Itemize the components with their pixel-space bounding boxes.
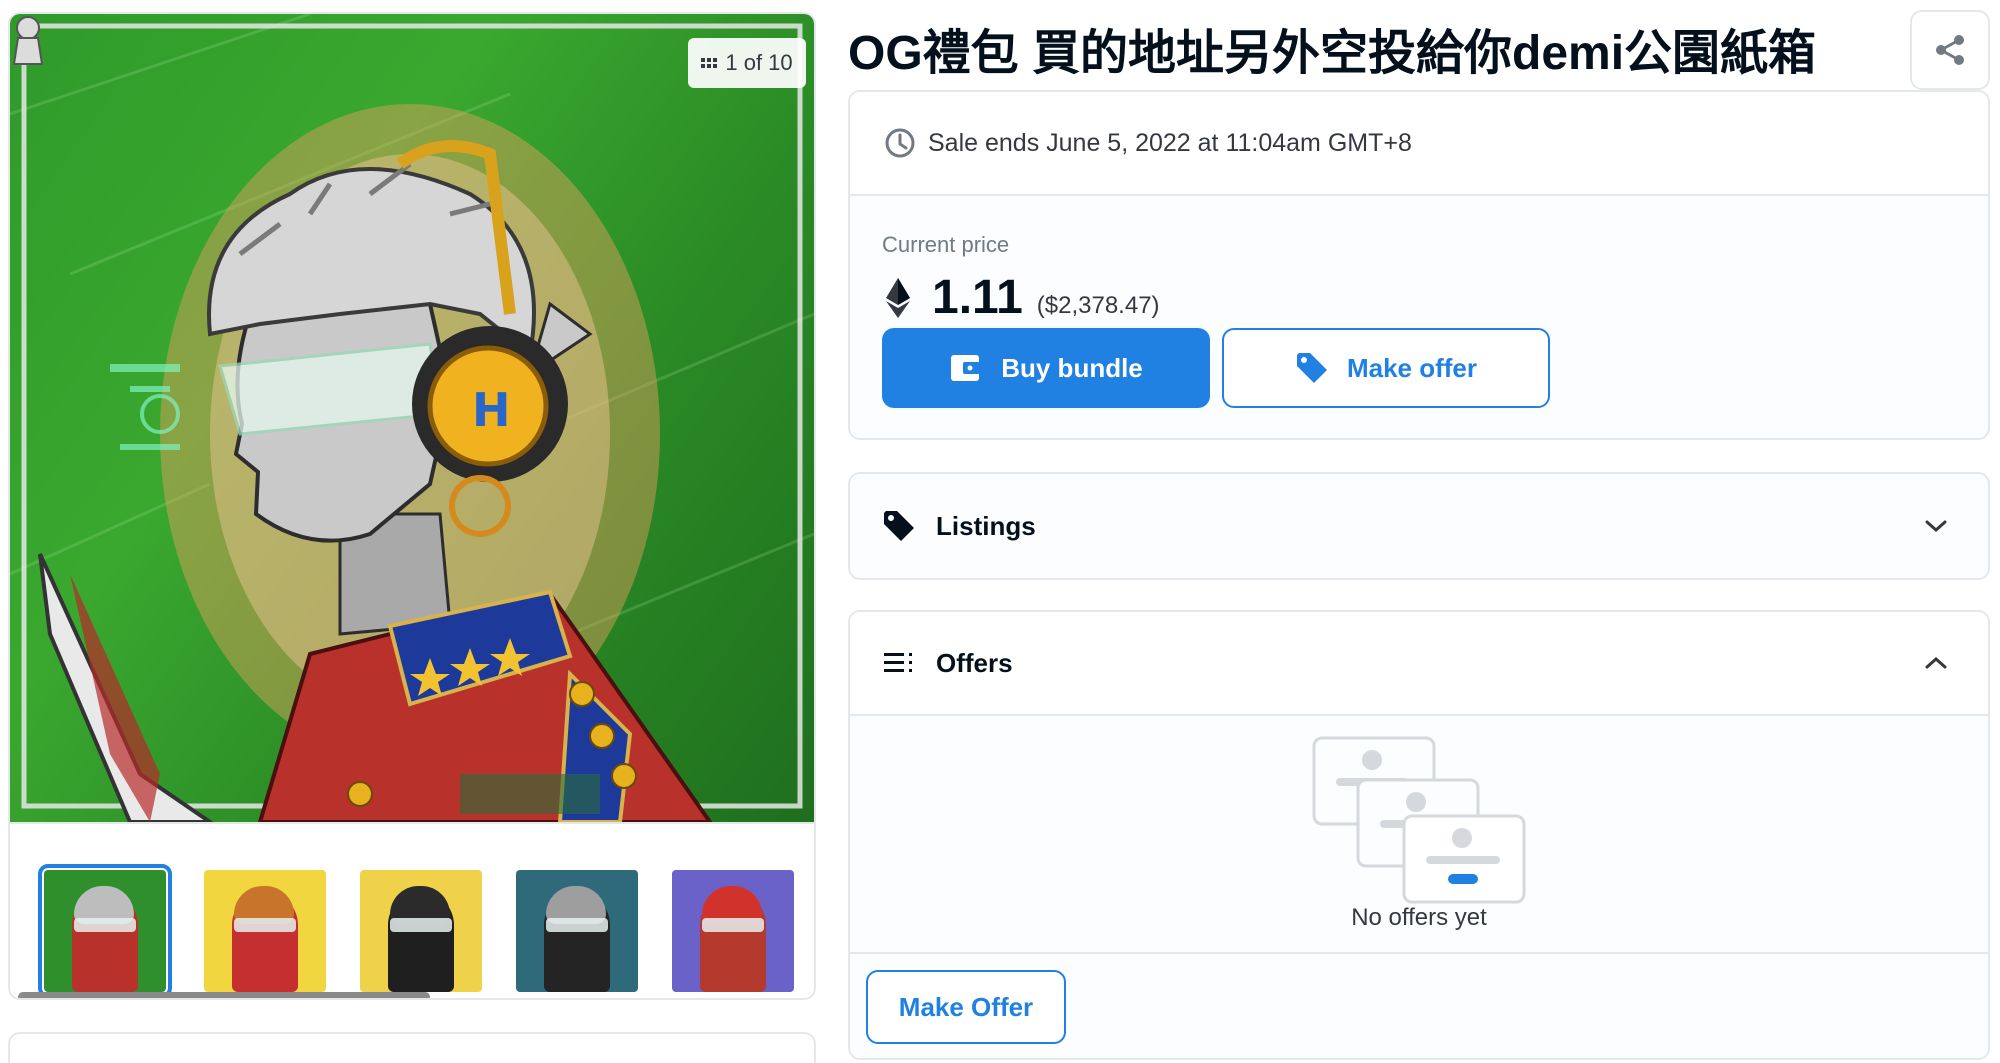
bundle-thumbnail[interactable] bbox=[360, 870, 482, 992]
listings-panel-header[interactable]: Listings bbox=[848, 472, 1990, 580]
offers-panel-header[interactable]: Offers bbox=[850, 612, 1988, 716]
make-offer-button[interactable]: Make offer bbox=[1222, 328, 1550, 408]
thumbnail-visor bbox=[546, 918, 608, 932]
bundle-thumbnail[interactable] bbox=[38, 864, 172, 998]
make-offer-label: Make offer bbox=[1346, 352, 1478, 383]
sale-card: Sale ends June 5, 2022 at 11:04am GMT+8 … bbox=[848, 90, 1990, 440]
list-icon bbox=[884, 653, 912, 672]
chevron-up-icon[interactable] bbox=[1924, 655, 1948, 671]
tag-icon bbox=[884, 511, 914, 541]
nft-bundle-page: H 1 of 10 OG禮包 買的地址另外空投給你demi公園紙箱 Sale e… bbox=[0, 0, 2000, 1063]
offers-footer: Make Offer bbox=[850, 952, 1988, 1058]
thumbnail-visor bbox=[390, 918, 452, 932]
wallet-icon bbox=[951, 355, 982, 381]
grid-icon bbox=[701, 58, 718, 68]
main-artwork-image[interactable]: H 1 of 10 bbox=[10, 14, 814, 822]
current-price-label: Current price bbox=[882, 232, 1010, 257]
thumbnail-scrollbar[interactable] bbox=[18, 992, 430, 998]
asset-title: OG禮包 買的地址另外空投給你demi公園紙箱 bbox=[848, 27, 1817, 80]
make-offer-footer-button[interactable]: Make Offer bbox=[866, 970, 1066, 1044]
chevron-down-icon[interactable] bbox=[1924, 518, 1948, 534]
offers-panel: Offers No offers yet Make Offer bbox=[848, 610, 1990, 1060]
offers-label: Offers bbox=[936, 647, 1013, 678]
listings-label: Listings bbox=[936, 510, 1036, 541]
image-counter-badge[interactable]: 1 of 10 bbox=[688, 38, 806, 88]
sale-end-row: Sale ends June 5, 2022 at 11:04am GMT+8 bbox=[850, 92, 1988, 196]
image-counter-text: 1 of 10 bbox=[725, 50, 793, 75]
bundle-thumbnail[interactable] bbox=[672, 870, 794, 992]
description-card bbox=[8, 1032, 816, 1063]
share-button[interactable] bbox=[1910, 10, 1990, 90]
empty-offers-illustration bbox=[1312, 736, 1526, 904]
clock-icon bbox=[885, 128, 915, 158]
svg-text:H: H bbox=[472, 383, 511, 437]
media-card: H 1 of 10 bbox=[8, 12, 816, 1000]
buy-bundle-label: Buy bundle bbox=[1001, 352, 1143, 383]
thumbnail-visor bbox=[74, 918, 136, 932]
tag-icon bbox=[1296, 353, 1327, 383]
price-row: 1.11 ($2,378.47) bbox=[886, 262, 1160, 328]
bundle-thumbnail[interactable] bbox=[516, 870, 638, 992]
thumbnail-visor bbox=[702, 918, 764, 932]
collection-logo-icon bbox=[12, 16, 44, 65]
share-icon bbox=[1936, 35, 1964, 65]
sale-end-text: Sale ends June 5, 2022 at 11:04am GMT+8 bbox=[928, 128, 1412, 157]
buy-bundle-button[interactable]: Buy bundle bbox=[882, 328, 1210, 408]
price-usd-value: ($2,378.47) bbox=[1036, 292, 1160, 319]
bundle-thumbnail-strip bbox=[10, 822, 814, 998]
artwork-illustration: H bbox=[10, 14, 814, 822]
ethereum-icon bbox=[886, 278, 910, 318]
bundle-thumbnail[interactable] bbox=[204, 870, 326, 992]
price-eth-value: 1.11 bbox=[932, 271, 1023, 324]
no-offers-text: No offers yet bbox=[1351, 904, 1487, 931]
thumbnail-visor bbox=[234, 918, 296, 932]
